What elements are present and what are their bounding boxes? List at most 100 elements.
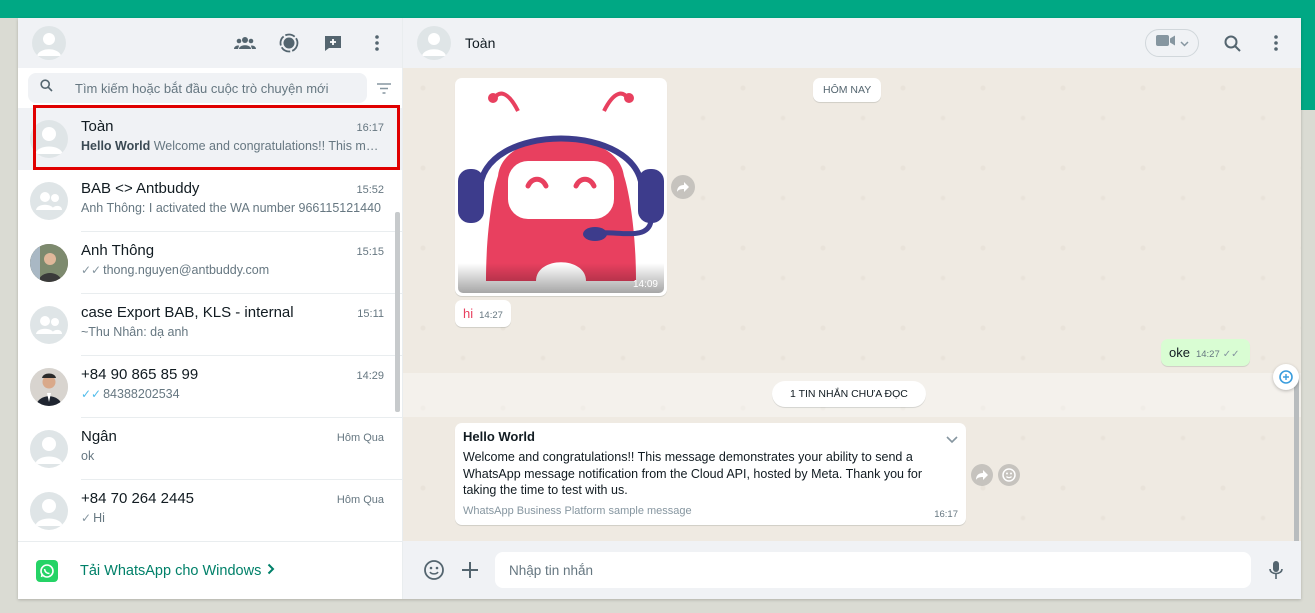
double-check-icon: ✓✓ [1222, 349, 1240, 360]
message-input[interactable] [495, 552, 1251, 588]
message-area: HÔM NAY 14:09 hi 14:27 oke 14:27 ✓✓ 1 TI… [403, 68, 1301, 541]
chat-time: Hôm Qua [336, 494, 384, 506]
avatar [30, 120, 68, 158]
video-call-button[interactable] [1145, 29, 1199, 57]
contact-name[interactable]: Toàn [465, 35, 495, 51]
emoji-icon[interactable] [423, 559, 445, 581]
chat-time: 14:29 [356, 370, 384, 382]
group-avatar [30, 182, 68, 220]
double-check-icon: ✓✓ [81, 263, 102, 277]
download-windows-link[interactable]: Tải WhatsApp cho Windows [80, 563, 275, 579]
search-input[interactable] [75, 80, 355, 96]
chat-time: 15:15 [356, 246, 384, 258]
chat-name: Anh Thông [81, 242, 155, 259]
filter-icon[interactable] [375, 77, 392, 99]
unread-messages-divider: 1 TIN NHẮN CHƯA ĐỌC [772, 381, 926, 407]
message-bubble-outgoing[interactable]: oke 14:27 ✓✓ [1161, 339, 1250, 366]
message-time: 14:09 [632, 279, 658, 290]
conversation-header: Toàn [403, 18, 1301, 68]
menu-icon[interactable] [366, 32, 388, 54]
double-check-read-icon: ✓✓ [81, 387, 102, 401]
chat-list: Toàn 16:17 Hello World Welcome and congr… [18, 108, 402, 541]
chat-preview: Hello World Welcome and congratulations!… [81, 139, 381, 153]
search-row [18, 68, 402, 108]
chat-item-anh-thong[interactable]: Anh Thông 15:15 ✓✓ thong.nguyen@antbuddy.… [18, 232, 402, 294]
chat-preview: ✓ Hi [81, 511, 381, 525]
status-icon[interactable] [278, 32, 300, 54]
chat-item-ngan[interactable]: Ngân Hôm Qua ok [18, 418, 402, 480]
contact-avatar[interactable] [417, 26, 451, 60]
message-time: 14:27 [1195, 349, 1220, 360]
top-accent-band [0, 0, 1315, 18]
communities-icon[interactable] [234, 32, 256, 54]
forward-icon[interactable] [671, 175, 695, 199]
chat-preview: ✓✓ 84388202534 [81, 387, 381, 401]
message-text: oke [1169, 345, 1190, 360]
chat-preview-text: Welcome and congratulations!! This mes..… [153, 139, 381, 153]
chat-preview: ~Thu Nhân: dạ anh [81, 325, 189, 339]
template-footer: WhatsApp Business Platform sample messag… [463, 504, 692, 517]
chat-item-phone-84908658599[interactable]: +84 90 865 85 99 14:29 ✓✓ 84388202534 [18, 356, 402, 418]
menu-icon[interactable] [1265, 32, 1287, 54]
chat-preview-text: 84388202534 [103, 387, 180, 401]
chat-preview-text: thong.nguyen@antbuddy.com [103, 263, 270, 277]
conversation-panel: Toàn HÔM NAY 14:09 hi 14:27 oke 14:27 ✓✓… [403, 18, 1301, 599]
microphone-icon[interactable] [1265, 559, 1287, 581]
robot-mascot-image[interactable]: 14:09 [458, 81, 664, 293]
chat-name: case Export BAB, KLS - internal [81, 304, 294, 321]
template-header: Hello World [463, 429, 535, 444]
message-bubble-incoming[interactable]: hi 14:27 [455, 300, 511, 327]
chat-name: Ngân [81, 428, 117, 445]
message-text: hi [463, 306, 474, 321]
chat-preview-text: Hi [93, 511, 105, 525]
my-avatar[interactable] [32, 26, 66, 60]
avatar [30, 430, 68, 468]
chat-time: Hôm Qua [336, 432, 384, 444]
assistant-extension-icon[interactable] [1273, 364, 1299, 390]
chat-preview-bold: Hello World [81, 139, 151, 153]
whatsapp-logo-icon [36, 559, 58, 582]
chat-name: +84 70 264 2445 [81, 490, 195, 507]
new-chat-icon[interactable] [322, 32, 344, 54]
download-windows-label: Tải WhatsApp cho Windows [80, 562, 262, 579]
message-area-scrollbar[interactable] [1294, 378, 1299, 541]
photo-avatar [30, 244, 68, 282]
download-banner[interactable]: Tải WhatsApp cho Windows [18, 541, 402, 599]
chat-preview: ✓✓ thong.nguyen@antbuddy.com [81, 263, 381, 277]
sidebar-header-icons [234, 32, 388, 54]
forward-icon[interactable] [971, 464, 993, 486]
message-time: 14:27 [479, 310, 503, 321]
group-avatar [30, 306, 68, 344]
chat-item-case-export[interactable]: case Export BAB, KLS - internal 15:11 ~T… [18, 294, 402, 356]
whatsapp-web-app: Toàn 16:17 Hello World Welcome and congr… [18, 18, 1301, 599]
chat-name: Toàn [81, 118, 114, 135]
chevron-right-icon [267, 563, 275, 579]
chat-list-scrollbar[interactable] [395, 212, 400, 412]
right-accent-band [1301, 18, 1315, 110]
chat-time: 15:52 [356, 184, 384, 196]
sidebar-header [18, 18, 402, 68]
message-time: 16:17 [934, 509, 958, 520]
chat-item-bab-antbuddy[interactable]: BAB <> Antbuddy 15:52 Anh Thông: I activ… [18, 170, 402, 232]
sidebar: Toàn 16:17 Hello World Welcome and congr… [18, 18, 403, 599]
chat-name: +84 90 865 85 99 [81, 366, 199, 383]
search-box[interactable] [28, 73, 367, 103]
chevron-down-icon[interactable] [946, 431, 958, 449]
template-body: Welcome and congratulations!! This messa… [463, 450, 923, 497]
chat-item-phone-84702642445[interactable]: +84 70 264 2445 Hôm Qua ✓ Hi [18, 480, 402, 541]
avatar [30, 492, 68, 530]
attach-plus-icon[interactable] [459, 559, 481, 581]
date-divider: HÔM NAY [813, 78, 882, 102]
search-icon[interactable] [1221, 32, 1243, 54]
chat-item-toan[interactable]: Toàn 16:17 Hello World Welcome and congr… [18, 108, 402, 170]
chat-preview: Anh Thông: I activated the WA number 966… [81, 201, 381, 215]
chat-preview: ok [81, 449, 95, 463]
photo-avatar [30, 368, 68, 406]
chevron-down-icon [1179, 34, 1189, 52]
emoji-reaction-icon[interactable] [998, 464, 1020, 486]
message-composer [403, 541, 1301, 599]
chat-time: 16:17 [356, 122, 384, 134]
template-message[interactable]: Hello World Welcome and congratulations!… [455, 423, 966, 525]
chat-time: 15:11 [357, 308, 384, 320]
image-message[interactable]: 14:09 [455, 78, 667, 296]
